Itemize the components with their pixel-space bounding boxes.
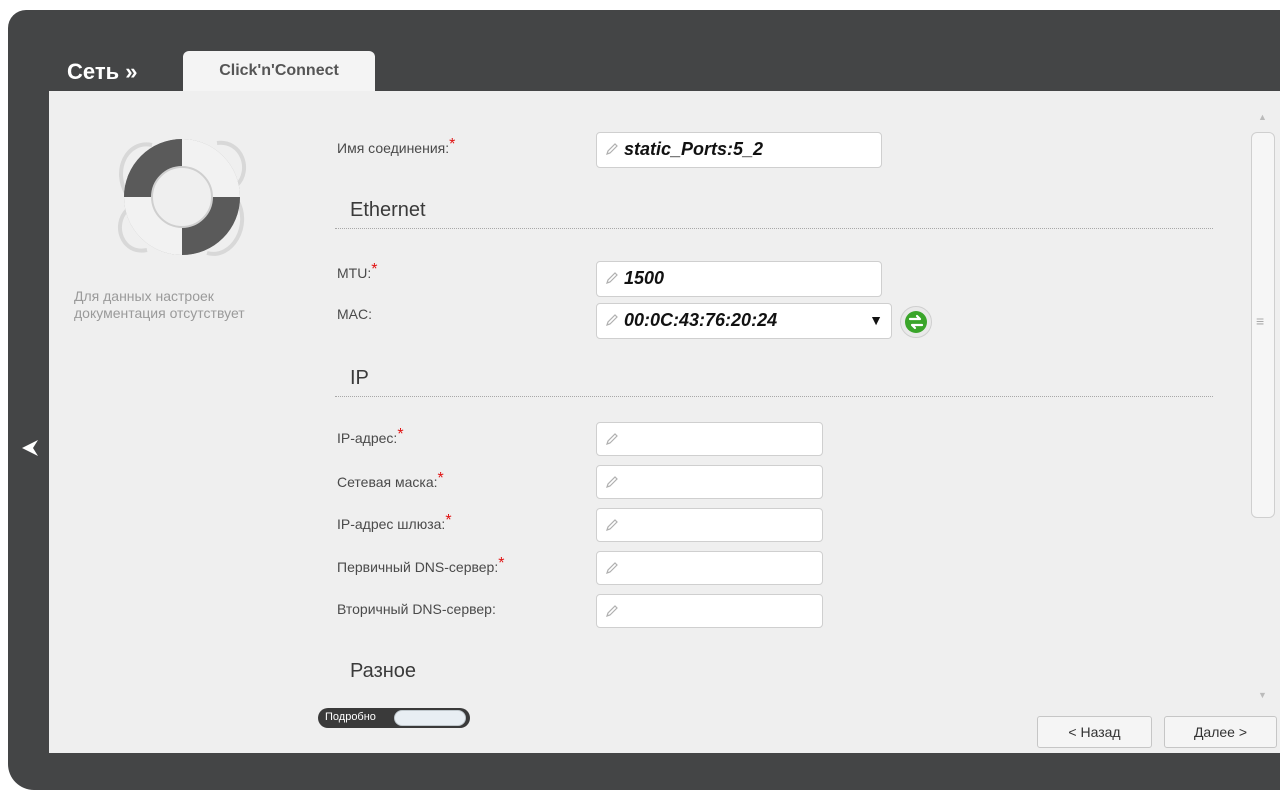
connection-name-label: Имя соединения:* [337,136,456,156]
secondary-dns-label: Вторичный DNS-сервер: [337,601,496,617]
refresh-mac-button[interactable] [900,306,932,338]
scroll-up-icon[interactable]: ▲ [1258,112,1267,122]
chevron-down-icon: ▼ [869,312,883,328]
grip-icon: ≡ [1256,313,1265,329]
toggle-knob [394,710,466,726]
connection-name-field[interactable]: static_Ports:5_2 [596,132,882,168]
breadcrumb[interactable]: Сеть » [67,59,137,85]
pencil-icon [606,314,618,326]
scroll-down-icon[interactable]: ▼ [1258,690,1267,700]
primary-dns-field[interactable] [596,551,823,585]
pencil-icon [606,476,618,488]
back-button[interactable]: < Назад [1037,716,1152,748]
help-text: Для данных настроек документация отсутст… [74,288,245,321]
mac-select[interactable]: 00:0C:43:76:20:24 ▼ [596,303,892,339]
gateway-label: IP-адрес шлюза:* [337,512,452,532]
secondary-dns-field[interactable] [596,594,823,628]
section-divider [335,228,1213,229]
pencil-icon [606,519,618,531]
details-toggle[interactable]: Подробно [318,708,470,728]
mtu-label: MTU:* [337,261,378,281]
ip-address-field[interactable] [596,422,823,456]
section-misc: Разное [350,660,417,682]
primary-dns-label: Первичный DNS-сервер:* [337,555,505,575]
pencil-icon [606,143,618,155]
section-divider [335,396,1213,397]
back-arrow-icon[interactable] [18,436,42,460]
section-ip: IP [350,367,369,389]
section-ethernet: Ethernet [350,199,426,221]
netmask-field[interactable] [596,465,823,499]
next-button[interactable]: Далее > [1164,716,1277,748]
pencil-icon [606,605,618,617]
mtu-field[interactable]: 1500 [596,261,882,297]
details-toggle-label: Подробно [325,711,376,723]
lifebuoy-icon [117,139,247,256]
pencil-icon [606,272,618,284]
refresh-icon [905,311,927,333]
gateway-field[interactable] [596,508,823,542]
netmask-label: Сетевая маска:* [337,470,444,490]
ip-address-label: IP-адрес:* [337,426,404,446]
mac-label: MAC: [337,306,372,322]
pencil-icon [606,562,618,574]
tab-clickn-connect[interactable]: Click'n'Connect [183,51,375,91]
pencil-icon [606,433,618,445]
